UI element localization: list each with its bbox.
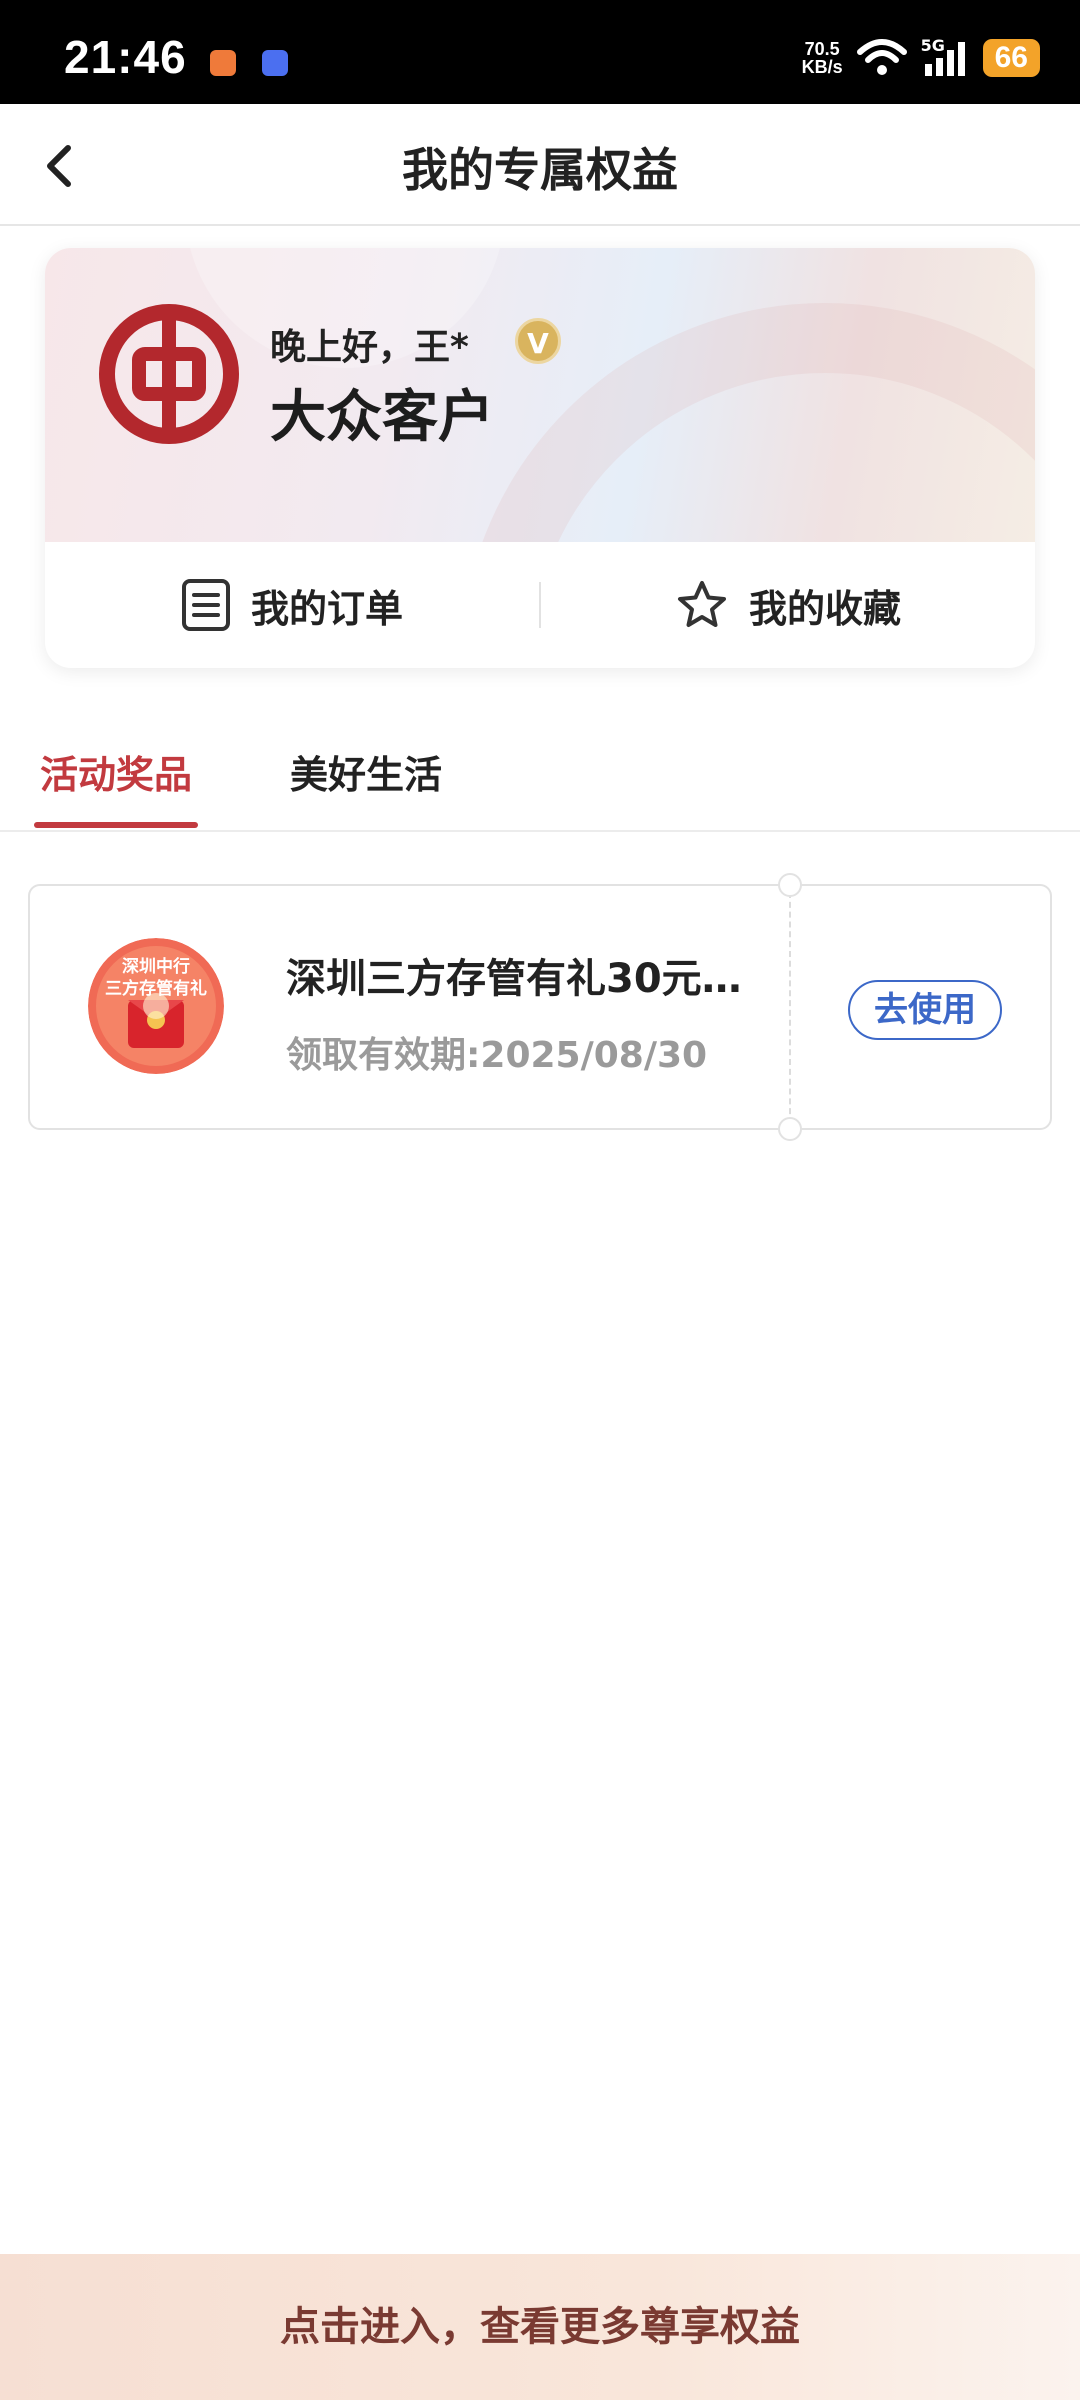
profile-actions: 我的订单 我的收藏 [45,542,1035,668]
vip-badge-icon: V [515,318,561,364]
battery-indicator: 66 [982,39,1040,77]
page-title: 我的专属权益 [402,143,678,197]
greeting-text: 晚上好，王* [270,327,469,368]
more-benefits-banner[interactable]: 点击进入，查看更多尊享权益 [0,2254,1080,2400]
tab-activity-prizes[interactable]: 活动奖品 [40,744,192,799]
status-bar: 21:46 70.5 KB/s 5G 66 [0,0,1080,104]
link-notification-icon [262,50,288,76]
coupon-image-caption-2: 三方存管有礼 [105,979,207,999]
star-icon [677,581,726,627]
customer-level: 大众客户 [270,384,494,450]
coupon-image: 深圳中行 三方存管有礼 [88,938,224,1074]
coupon-expiry: 领取有效期:2025/08/30 [286,1035,708,1076]
use-coupon-button[interactable]: 去使用 [848,980,1002,1040]
coupon-title: 深圳三方存管有礼30元… [286,956,742,1002]
category-tabs: 活动奖品 美好生活 [0,700,1080,832]
network-speed-unit: KB/s [801,57,843,77]
profile-card: 晚上好，王* V 大众客户 我的订单 我的收藏 [45,248,1035,668]
network-type: 5G [920,36,945,55]
my-favorites-label: 我的收藏 [748,586,901,631]
wifi-icon [856,39,907,75]
coupon-card[interactable]: 深圳中行 三方存管有礼 深圳三方存管有礼30元… 领取有效期:2025/08/3… [28,873,1052,1141]
my-favorites-button[interactable]: 我的收藏 [541,578,1035,633]
coupon-notch-top [778,873,802,897]
network-speed: 70.5 KB/s [802,40,843,76]
app-notification-icon [210,50,236,76]
status-indicators: 70.5 KB/s 5G 66 [802,36,1040,80]
active-tab-indicator [34,822,198,828]
coupon-separator [789,892,791,1124]
my-orders-label: 我的订单 [250,586,403,631]
coupon-notch-bottom [778,1117,802,1141]
navigation-bar: 我的专属权益 [0,104,1080,226]
bank-of-china-logo [99,304,239,444]
profile-banner: 晚上好，王* V 大众客户 [45,248,1035,542]
signal-indicator: 5G [921,36,969,76]
my-orders-button[interactable]: 我的订单 [45,578,539,633]
tab-good-life[interactable]: 美好生活 [290,744,442,799]
status-time: 21:46 [64,31,187,83]
network-speed-value: 70.5 [804,39,840,59]
order-list-icon [181,579,230,631]
